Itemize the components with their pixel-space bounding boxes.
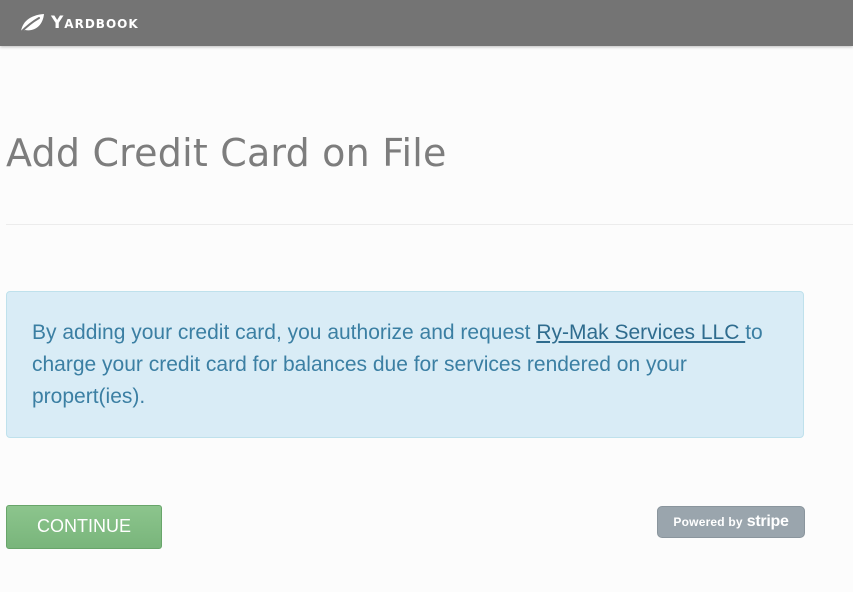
continue-button[interactable]: CONTINUE bbox=[6, 505, 162, 549]
powered-by-stripe-badge[interactable]: Powered by stripe bbox=[657, 506, 805, 538]
company-link[interactable]: Ry-Mak Services LLC bbox=[536, 321, 745, 344]
powered-by-text: Powered by bbox=[673, 515, 743, 529]
page-title: Add Credit Card on File bbox=[6, 131, 447, 175]
stripe-wordmark: stripe bbox=[746, 513, 789, 530]
top-navbar: Yardbook bbox=[0, 0, 853, 46]
notice-text-before: By adding your credit card, you authoriz… bbox=[32, 321, 537, 344]
brand-name: Yardbook bbox=[51, 13, 139, 33]
authorization-notice: By adding your credit card, you authoriz… bbox=[6, 291, 804, 438]
title-divider bbox=[6, 224, 853, 225]
brand-logo-link[interactable]: Yardbook bbox=[18, 0, 139, 46]
leaf-icon bbox=[18, 12, 46, 34]
